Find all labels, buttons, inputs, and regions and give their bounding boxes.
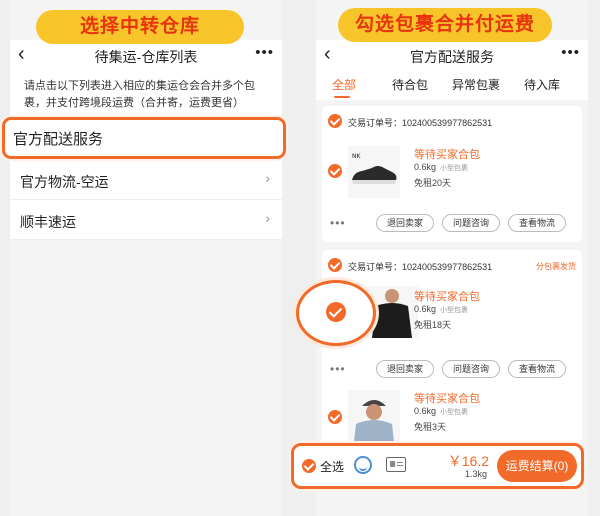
select-all-checkbox[interactable]: [302, 459, 316, 473]
return-seller-button[interactable]: 退回卖家: [376, 360, 434, 378]
product-image-cap: [348, 390, 400, 442]
order-number: 交易订单号：102400539977862531: [348, 262, 493, 272]
item-status: 等待买家合包: [414, 393, 480, 405]
consult-button[interactable]: 问题咨询: [442, 214, 500, 232]
item-checkbox[interactable]: [328, 164, 342, 178]
select-all-label[interactable]: 全选: [320, 458, 344, 475]
item-weight: 0.6kg: [414, 406, 437, 416]
order-checkbox[interactable]: [328, 114, 342, 128]
product-image-shoe: NK: [348, 146, 400, 198]
pay-shipping-button[interactable]: 运费结算(0): [497, 450, 577, 482]
item-size-tag: 小型包裹: [440, 165, 468, 172]
return-seller-button[interactable]: 退回卖家: [376, 214, 434, 232]
order-number: 交易订单号：102400539977862531: [348, 118, 493, 128]
banner-left: 选择中转仓库: [36, 10, 244, 44]
item-checkbox[interactable]: [328, 410, 342, 424]
item-status: 等待买家合包: [414, 149, 480, 161]
more-icon[interactable]: •••: [255, 44, 274, 61]
order-card: 交易订单号：102400539977862531 NK 等待买家合包 0.6kg…: [322, 106, 582, 242]
chevron-right-icon: ›: [265, 170, 270, 186]
check-icon: [326, 302, 346, 322]
banner-right: 勾选包裹合并付运费: [338, 8, 552, 42]
customer-service-icon[interactable]: [354, 456, 372, 474]
more-dots-icon[interactable]: •••: [330, 216, 346, 230]
order-card: 交易订单号：102400539977862531 分包裹发货 等待买家合包 0.…: [322, 250, 582, 450]
list-item-label: 顺丰速运: [20, 214, 76, 230]
svg-text:NK: NK: [352, 153, 361, 160]
more-icon[interactable]: •••: [561, 44, 580, 61]
item-size-tag: 小型包裹: [440, 409, 468, 416]
navbar: ‹ 官方配送服务 •••: [316, 40, 588, 70]
tab-pending-merge[interactable]: 待合包: [392, 76, 428, 93]
page-title: 待集运-仓库列表: [94, 49, 198, 65]
tab-all[interactable]: 全部: [332, 76, 356, 93]
item-status: 等待买家合包: [414, 291, 480, 303]
total-weight: 1.3kg: [464, 469, 487, 479]
highlighted-item-checkbox[interactable]: [296, 280, 376, 346]
consult-button[interactable]: 问题咨询: [442, 360, 500, 378]
page-title: 官方配送服务: [410, 49, 494, 65]
order-checkbox[interactable]: [328, 258, 342, 272]
tab-bar: 全部 待合包 异常包裹 待入库: [316, 70, 588, 100]
track-button[interactable]: 查看物流: [508, 214, 566, 232]
navbar: ‹ 待集运-仓库列表 •••: [10, 40, 282, 70]
item-weight: 0.6kg: [414, 162, 437, 172]
list-item-label: 官方配送服务: [13, 131, 104, 148]
list-item-air[interactable]: 官方物流-空运 ›: [10, 160, 282, 200]
chevron-right-icon: ›: [265, 210, 270, 226]
official-delivery-item[interactable]: 官方配送服务: [2, 117, 286, 159]
list-item-label: 官方物流-空运: [20, 174, 109, 190]
id-card-icon[interactable]: [386, 457, 406, 472]
left-phone-screen: ‹ 待集运-仓库列表 ••• 请点击以下列表进入相应的集运仓会合并多个包裹，并支…: [10, 0, 282, 516]
checkout-bar: 全选 ￥16.2 1.3kg 运费结算(0): [291, 443, 584, 489]
tab-indicator: [334, 96, 350, 98]
track-button[interactable]: 查看物流: [508, 360, 566, 378]
split-shipment-tag: 分包裹发货: [536, 262, 576, 271]
item-free-storage: 免租20天: [414, 178, 452, 188]
total-price: ￥16.2: [447, 453, 489, 469]
item-free-storage: 免租3天: [414, 422, 447, 432]
item-weight: 0.6kg: [414, 304, 437, 314]
tab-pending-inbound[interactable]: 待入库: [524, 76, 560, 93]
item-size-tag: 小型包裹: [440, 307, 468, 314]
tab-abnormal[interactable]: 异常包裹: [452, 76, 500, 93]
item-free-storage: 免租18天: [414, 320, 452, 330]
notice-text: 请点击以下列表进入相应的集运仓会合并多个包裹，并支付跨境段运费（合并寄，运费更省…: [10, 70, 282, 118]
list-item-sf[interactable]: 顺丰速运 ›: [10, 200, 282, 240]
right-phone-screen: ‹ 官方配送服务 ••• 全部 待合包 异常包裹 待入库 交易订单号：10240…: [316, 0, 588, 516]
more-dots-icon[interactable]: •••: [330, 362, 346, 376]
